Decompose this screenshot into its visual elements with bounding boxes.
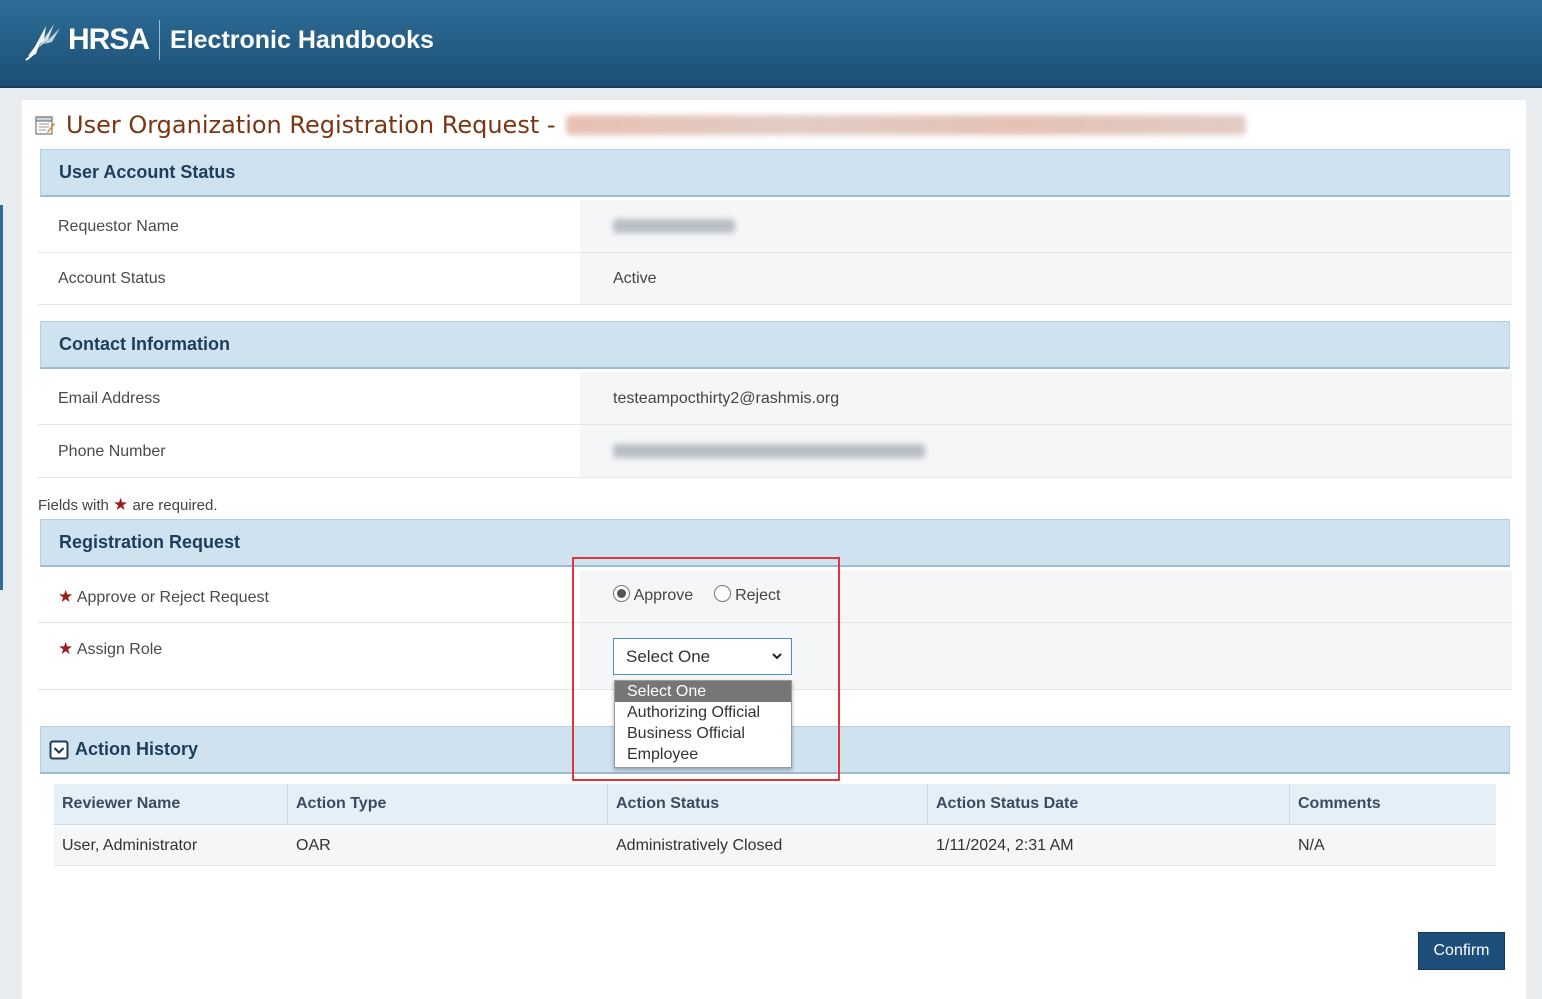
- required-star-icon: ★: [58, 587, 74, 606]
- action-history-table-header: Reviewer Name Action Type Action Status …: [54, 784, 1496, 825]
- hrsa-logo[interactable]: HRSA Electronic Handbooks: [24, 14, 434, 66]
- app-header: HRSA Electronic Handbooks: [0, 0, 1542, 88]
- required-note-suffix: are required.: [132, 497, 218, 514]
- assign-role-label: Assign Role: [76, 641, 163, 658]
- phone-value-redacted: [613, 444, 925, 463]
- section-heading: Contact Information: [59, 334, 230, 354]
- section-heading: Registration Request: [59, 532, 241, 552]
- required-fields-note: Fields with ★ are required.: [38, 495, 218, 515]
- section-heading: Action History: [75, 739, 199, 759]
- logo-text: HRSA: [68, 23, 150, 56]
- required-star-icon: ★: [113, 495, 129, 514]
- column-header-action-type[interactable]: Action Type: [288, 784, 608, 824]
- phone-label: Phone Number: [58, 443, 166, 460]
- cell-reviewer-name: User, Administrator: [62, 836, 198, 854]
- requestor-name-label: Requestor Name: [58, 218, 179, 235]
- left-accent-bar: [0, 205, 3, 590]
- column-header-action-status[interactable]: Action Status: [608, 784, 928, 824]
- organization-name-redacted: [565, 115, 1246, 135]
- table-row: User, Administrator OAR Administratively…: [54, 826, 1496, 866]
- row-requestor-name: Requestor Name: [38, 200, 1512, 253]
- main-panel: User Organization Registration Request -…: [22, 100, 1526, 999]
- value-cell-bg: [580, 253, 1512, 304]
- column-header-action-status-date[interactable]: Action Status Date: [928, 784, 1290, 824]
- assign-role-label-group: ★ Assign Role: [58, 639, 162, 659]
- confirm-button[interactable]: Confirm: [1418, 932, 1505, 970]
- email-value: testeampocthirty2@rashmis.org: [613, 390, 840, 407]
- section-contact-information: Contact Information: [40, 321, 1510, 369]
- form-icon: [35, 116, 55, 135]
- requestor-name-value-redacted: [613, 219, 735, 238]
- account-status-label: Account Status: [58, 270, 166, 287]
- cell-action-status-date: 1/11/2024, 2:31 AM: [936, 836, 1074, 854]
- column-header-reviewer-name[interactable]: Reviewer Name: [54, 784, 288, 824]
- eagle-icon: [25, 24, 60, 61]
- highlight-annotation-box: [572, 557, 840, 781]
- collapse-icon[interactable]: [49, 740, 69, 760]
- logo-divider: [159, 20, 161, 60]
- required-star-icon: ★: [58, 639, 74, 658]
- account-status-value: Active: [613, 270, 657, 287]
- app-title: Electronic Handbooks: [170, 25, 434, 54]
- section-heading: User Account Status: [59, 162, 236, 182]
- approve-reject-label: Approve or Reject Request: [76, 589, 269, 606]
- column-header-comments[interactable]: Comments: [1290, 784, 1496, 824]
- email-label: Email Address: [58, 390, 161, 407]
- section-user-account-status: User Account Status: [40, 149, 1510, 197]
- page-title-text: User Organization Registration Request -: [66, 111, 556, 139]
- page-title: User Organization Registration Request -: [34, 110, 1246, 140]
- approve-reject-label-group: ★ Approve or Reject Request: [58, 587, 269, 607]
- cell-action-type: OAR: [296, 836, 331, 854]
- cell-comments: N/A: [1298, 836, 1325, 854]
- row-phone-number: Phone Number: [38, 425, 1512, 478]
- row-email-address: Email Address testeampocthirty2@rashmis.…: [38, 372, 1512, 425]
- row-account-status: Account Status Active: [38, 253, 1512, 305]
- required-note-prefix: Fields with: [38, 497, 109, 514]
- cell-action-status: Administratively Closed: [616, 836, 783, 854]
